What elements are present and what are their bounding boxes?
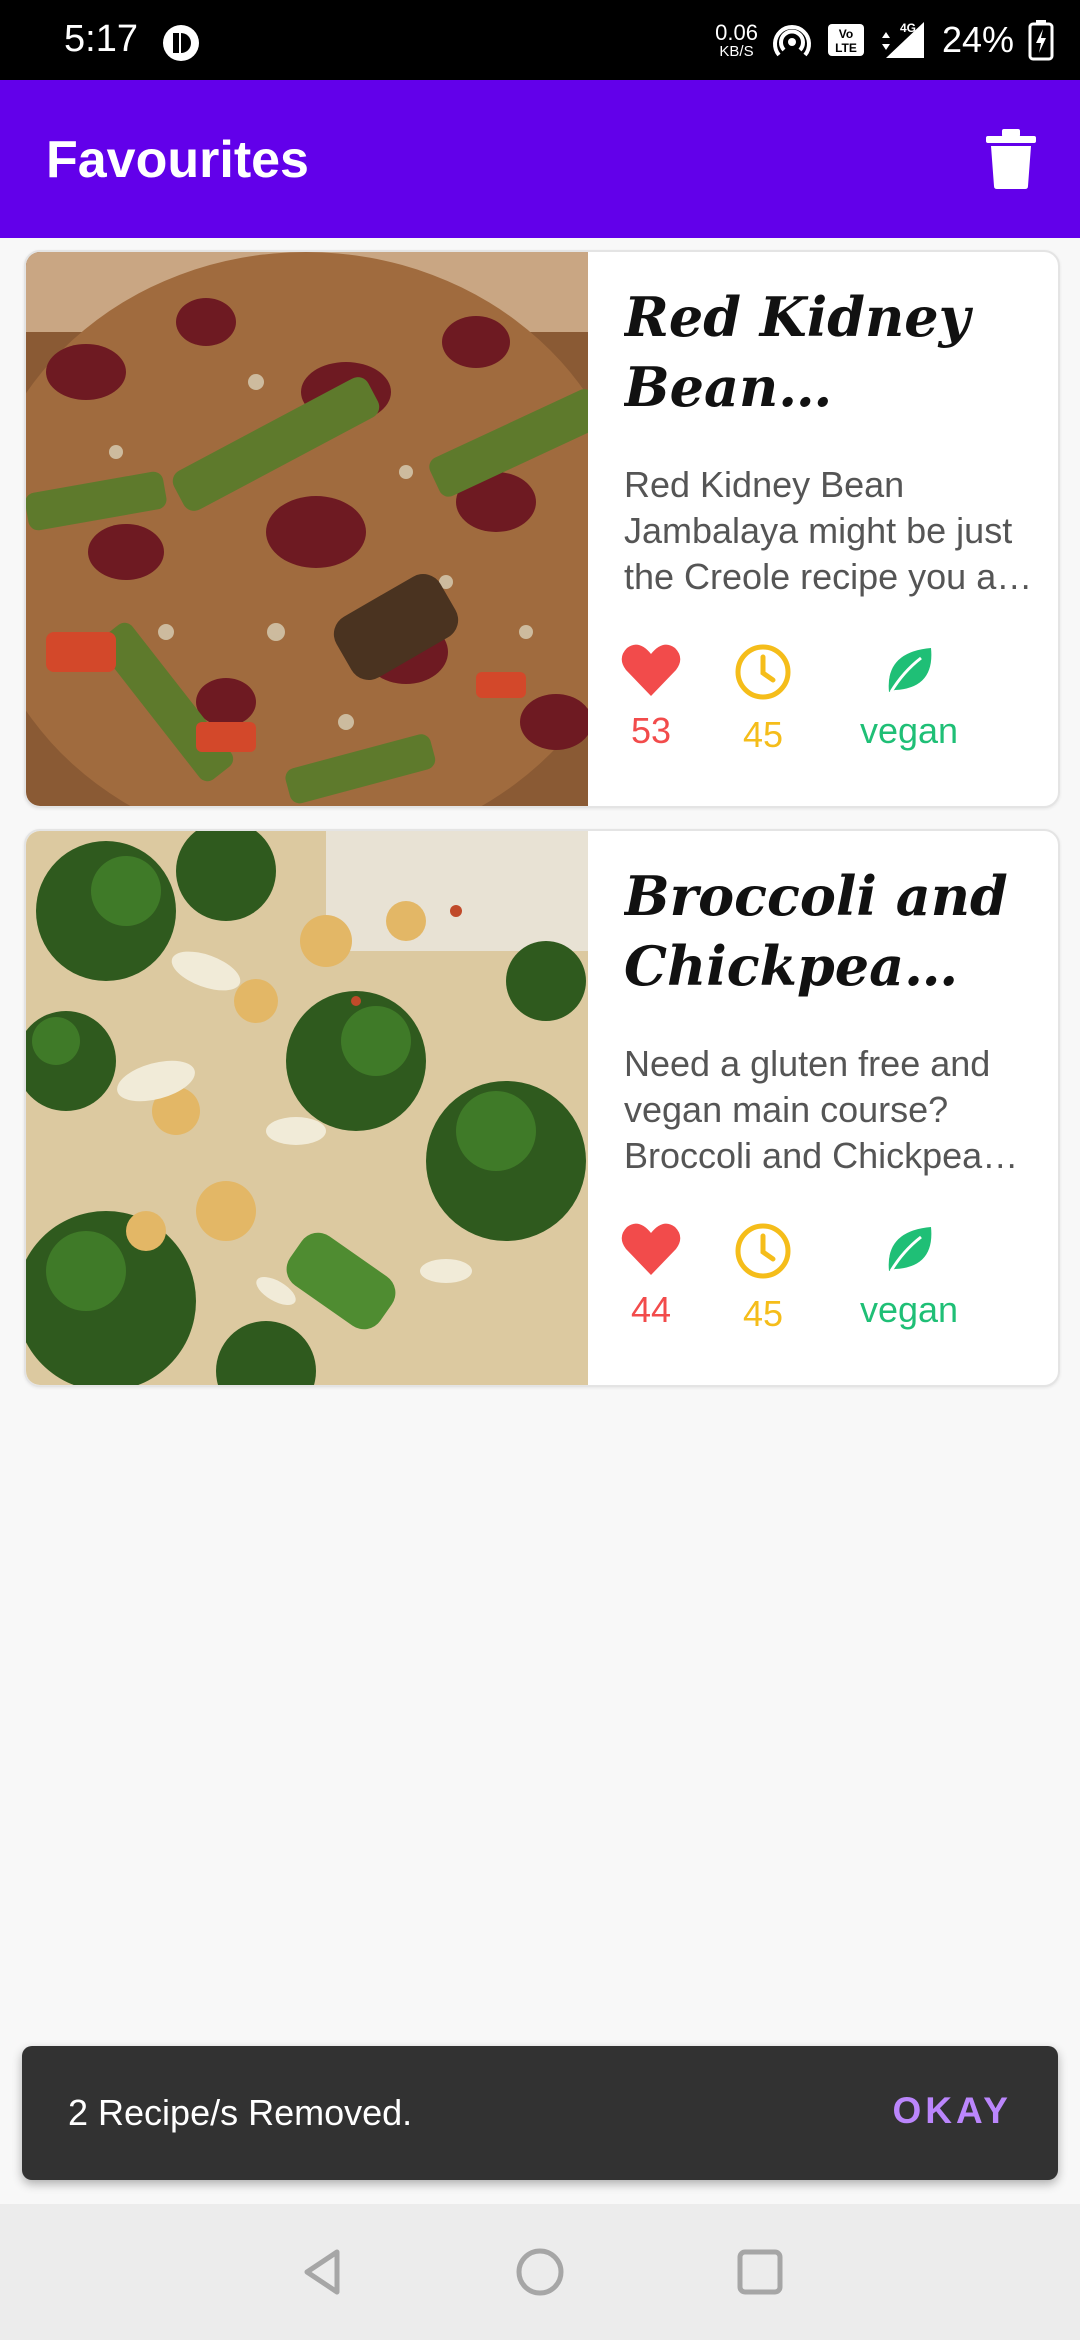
recipe-image xyxy=(26,252,588,806)
likes-stat: 44 xyxy=(614,1221,688,1331)
svg-text:4G: 4G xyxy=(900,21,916,35)
likes-stat: 53 xyxy=(614,642,688,752)
diet-label: vegan xyxy=(859,1289,959,1330)
svg-text:LTE: LTE xyxy=(835,41,857,55)
signal-4g-icon: 4G xyxy=(881,21,924,58)
status-right-group: 0.06 KB/S Vo LTE 4G 24% xyxy=(715,14,1054,66)
snackbar-okay-button[interactable]: OKAY xyxy=(892,2090,1012,2132)
network-speed-value: 0.06 xyxy=(715,19,758,45)
recents-icon[interactable] xyxy=(730,2242,790,2302)
leaf-icon xyxy=(888,1227,932,1272)
heart-icon xyxy=(621,1223,681,1275)
time-stat: 45 xyxy=(726,1221,800,1335)
app-bar: Favourites xyxy=(0,80,1080,238)
time-stat: 45 xyxy=(726,642,800,756)
volte-icon: Vo LTE xyxy=(827,24,864,56)
svg-text:Vo: Vo xyxy=(839,27,853,41)
vegan-stat: vegan xyxy=(854,642,964,752)
trash-icon[interactable] xyxy=(982,128,1040,190)
recipe-image xyxy=(26,831,588,1385)
clock-icon xyxy=(735,644,791,700)
time-minutes: 45 xyxy=(742,1293,784,1334)
diet-label: vegan xyxy=(859,710,959,751)
likes-count: 53 xyxy=(630,710,672,751)
recipe-title: Broccoli and Chickpea Rice Salad xyxy=(624,864,1008,998)
network-speed: 0.06 KB/S xyxy=(715,19,758,60)
network-speed-unit: KB/S xyxy=(719,42,754,60)
snackbar-message: 2 Recipe/s Removed. xyxy=(68,2092,413,2133)
recipe-description: Red Kidney Bean Jambalaya might be just … xyxy=(624,464,1029,597)
recipe-card[interactable]: Red Kidney Bean Jambalaya Red Kidney Bea… xyxy=(24,250,1060,808)
clock-icon xyxy=(735,1223,791,1279)
recipe-card-content: Broccoli and Chickpea Rice Salad Need a … xyxy=(620,831,1040,1385)
battery-percent: 24% xyxy=(941,19,1014,60)
page-title: Favourites xyxy=(46,131,309,189)
leaf-icon xyxy=(888,648,932,693)
vegan-stat: vegan xyxy=(854,1221,964,1331)
recipe-card[interactable]: Broccoli and Chickpea Rice Salad Need a … xyxy=(24,829,1060,1387)
recipe-card-content: Red Kidney Bean Jambalaya Red Kidney Bea… xyxy=(620,252,1040,806)
snackbar: 2 Recipe/s Removed. OKAY xyxy=(22,2046,1058,2180)
heart-icon xyxy=(621,644,681,696)
app-notification-icon xyxy=(163,25,199,61)
time-minutes: 45 xyxy=(742,714,784,755)
status-time: 5:17 xyxy=(64,18,138,60)
system-nav-bar xyxy=(0,2204,1080,2340)
recipe-description: Need a gluten free and vegan main course… xyxy=(624,1043,991,1176)
recipe-title: Red Kidney Bean Jambalaya xyxy=(624,285,970,419)
home-icon[interactable] xyxy=(510,2242,570,2302)
status-bar: 5:17 0.06 KB/S Vo LTE 4G 24% xyxy=(0,0,1080,80)
back-icon[interactable] xyxy=(293,2242,353,2302)
hotspot-icon xyxy=(773,25,811,57)
likes-count: 44 xyxy=(630,1289,672,1330)
battery-icon xyxy=(1028,20,1054,61)
